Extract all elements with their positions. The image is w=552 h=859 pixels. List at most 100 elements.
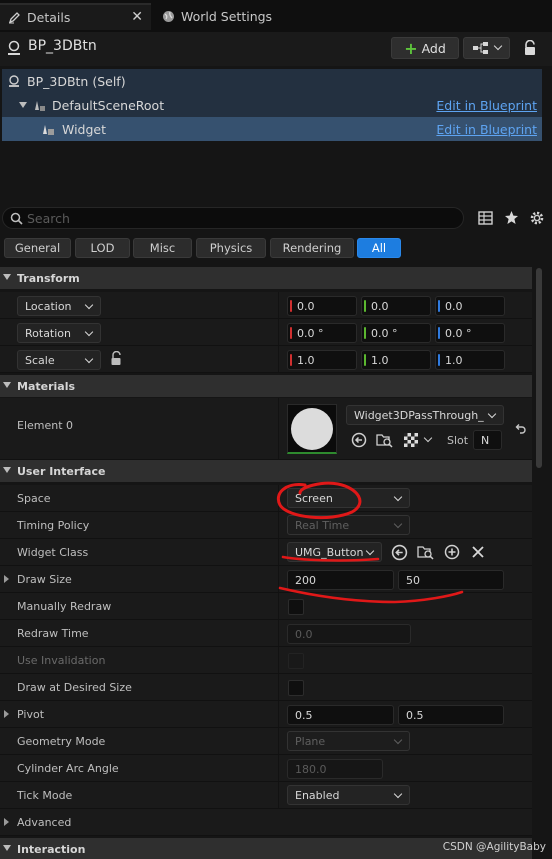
gear-icon[interactable]: [529, 210, 545, 226]
filter-rendering[interactable]: Rendering: [270, 238, 354, 258]
column-divider: [278, 593, 279, 619]
location-mode-dropdown[interactable]: Location: [17, 296, 101, 316]
checker-texture-icon[interactable]: [404, 433, 418, 447]
draw-at-desired-size-checkbox[interactable]: [288, 680, 304, 696]
scale-mode-dropdown[interactable]: Scale: [17, 350, 101, 370]
timing-policy-dropdown[interactable]: Real Time: [287, 515, 410, 535]
browse-folder-icon[interactable]: [417, 544, 434, 560]
draw-size-y-field[interactable]: 50: [398, 570, 504, 590]
property-label: Timing Policy: [17, 519, 90, 532]
lock-icon[interactable]: [523, 40, 537, 56]
category-title: Transform: [17, 271, 80, 285]
edit-in-blueprint-link[interactable]: Edit in Blueprint: [436, 98, 537, 113]
column-divider: [278, 674, 279, 700]
expand-arrow-icon[interactable]: [4, 710, 9, 718]
slot-name-field[interactable]: N: [473, 430, 502, 450]
space-dropdown[interactable]: Screen: [287, 488, 410, 508]
use-selected-arrow-icon[interactable]: [351, 432, 367, 448]
property-row-draw-size: Draw Size 200 50: [0, 566, 532, 593]
pivot-y-field[interactable]: 0.5: [398, 705, 504, 725]
chevron-down-icon[interactable]: [423, 433, 433, 443]
filter-physics[interactable]: Physics: [196, 238, 266, 258]
material-thumbnail[interactable]: [287, 404, 337, 454]
edit-in-blueprint-link[interactable]: Edit in Blueprint: [436, 122, 537, 137]
property-row-advanced[interactable]: Advanced: [0, 809, 532, 836]
clear-x-icon[interactable]: [471, 545, 485, 559]
property-row-timing-policy: Timing Policy Real Time: [0, 512, 532, 539]
category-transform[interactable]: Transform: [0, 267, 532, 289]
chevron-down-icon: [393, 492, 403, 502]
draw-size-x-field[interactable]: 200: [287, 570, 394, 590]
star-icon[interactable]: [504, 210, 519, 225]
unlock-icon[interactable]: [110, 351, 123, 366]
expand-arrow-icon[interactable]: [4, 818, 9, 826]
filter-general[interactable]: General: [4, 238, 71, 258]
filter-misc[interactable]: Misc: [133, 238, 192, 258]
add-circle-icon[interactable]: [444, 544, 460, 560]
search-input[interactable]: Search: [2, 207, 464, 229]
location-x-field[interactable]: 0.0: [287, 296, 357, 316]
material-asset-dropdown[interactable]: Widget3DPassThrough_M: [346, 405, 504, 425]
property-row-pivot: Pivot 0.5 0.5: [0, 701, 532, 728]
tree-item-defaultsceneroot[interactable]: DefaultSceneRoot Edit in Blueprint: [2, 93, 542, 117]
column-divider: [278, 755, 279, 781]
dropdown-value: Real Time: [295, 518, 350, 532]
scrollbar-thumb[interactable]: [536, 268, 542, 468]
property-row-rotation: Rotation 0.0 ° 0.0 ° 0.0 °: [0, 319, 532, 346]
add-component-button[interactable]: + Add: [391, 37, 459, 59]
tree-item-label: Widget: [62, 121, 107, 137]
tab-world-settings[interactable]: World Settings: [154, 3, 280, 30]
manually-redraw-checkbox[interactable]: [288, 599, 304, 615]
category-materials[interactable]: Materials: [0, 375, 532, 397]
chevron-down-icon: [393, 735, 403, 745]
use-invalidation-checkbox[interactable]: [288, 653, 304, 669]
rotation-z-field[interactable]: 0.0 °: [435, 323, 505, 343]
expand-arrow-icon[interactable]: [4, 575, 9, 583]
location-z-field[interactable]: 0.0: [435, 296, 505, 316]
category-user-interface[interactable]: User Interface: [0, 460, 532, 482]
property-row-widget-class: Widget Class UMG_Button: [0, 539, 532, 566]
property-row-redraw-time: Redraw Time 0.0: [0, 620, 532, 647]
browse-folder-icon[interactable]: [376, 432, 393, 448]
widget-class-dropdown[interactable]: UMG_Button: [287, 542, 382, 562]
property-label: Geometry Mode: [17, 735, 106, 748]
scale-y-field[interactable]: 1.0: [361, 350, 431, 370]
collapse-arrow-icon: [3, 382, 11, 388]
pivot-x-field[interactable]: 0.5: [287, 705, 394, 725]
filter-all[interactable]: All: [357, 238, 401, 258]
table-view-icon[interactable]: [478, 211, 493, 225]
dropdown-value: Screen: [295, 491, 333, 505]
filter-lod[interactable]: LOD: [75, 238, 130, 258]
close-icon[interactable]: ✕: [131, 9, 143, 25]
column-divider: [278, 566, 279, 592]
property-label: Pivot: [17, 708, 45, 721]
rotation-mode-dropdown[interactable]: Rotation: [17, 323, 101, 343]
tick-mode-dropdown[interactable]: Enabled: [287, 785, 410, 805]
tree-item-self[interactable]: BP_3DBtn (Self): [2, 69, 542, 93]
category-title: User Interface: [17, 464, 106, 478]
use-selected-arrow-icon[interactable]: [391, 544, 408, 561]
cylinder-arc-angle-field[interactable]: 180.0: [287, 759, 383, 779]
rotation-y-field[interactable]: 0.0 °: [361, 323, 431, 343]
property-row-use-invalidation: Use Invalidation: [0, 647, 532, 674]
actor-icon: [7, 74, 21, 88]
scale-z-field[interactable]: 1.0: [435, 350, 505, 370]
tab-label: World Settings: [181, 9, 273, 24]
dropdown-value: Scale: [25, 353, 55, 367]
property-label: Draw Size: [17, 573, 72, 586]
category-title: Interaction: [17, 842, 86, 856]
geometry-mode-dropdown[interactable]: Plane: [287, 731, 410, 751]
pencil-icon: [8, 11, 21, 24]
redraw-time-field[interactable]: 0.0: [287, 624, 411, 644]
dropdown-value: UMG_Button: [295, 545, 364, 559]
rotation-x-field[interactable]: 0.0 °: [287, 323, 357, 343]
blueprint-options-button[interactable]: [463, 37, 510, 59]
property-label: Element 0: [17, 419, 74, 432]
tree-item-widget[interactable]: Widget Edit in Blueprint: [2, 117, 542, 141]
dropdown-value: Enabled: [295, 788, 340, 802]
location-y-field[interactable]: 0.0: [361, 296, 431, 316]
scale-x-field[interactable]: 1.0: [287, 350, 357, 370]
reset-arrow-icon[interactable]: [514, 423, 526, 435]
column-divider: [278, 701, 279, 727]
tab-details[interactable]: Details ✕: [0, 3, 151, 30]
